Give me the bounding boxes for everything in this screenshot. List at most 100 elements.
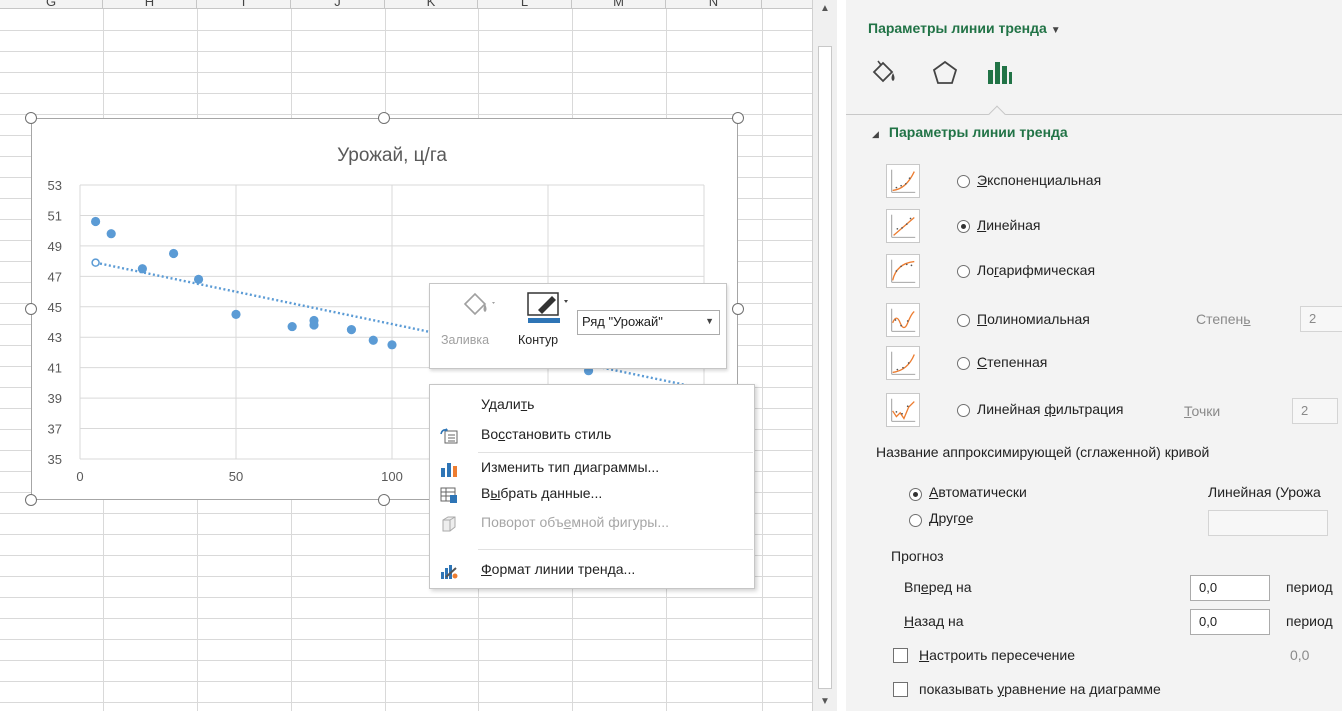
menu-item-label: Изменить тип диаграммы... [481, 459, 660, 475]
column-header-g[interactable]: G [0, 0, 103, 9]
data-point [106, 229, 116, 239]
custom-name-input[interactable] [1208, 510, 1328, 536]
menu-item-label: Удалить [481, 396, 535, 412]
column-header-label: N [708, 0, 719, 9]
column-header-label: L [520, 0, 529, 9]
collapse-triangle-icon: ◢ [872, 129, 879, 139]
outline-label[interactable]: Контур [518, 333, 558, 347]
radio-moving-average[interactable] [957, 404, 970, 417]
exponential-trend-icon [886, 164, 920, 198]
resize-handle-top-right[interactable] [732, 112, 744, 124]
menu-item-label: Поворот объемной фигуры... [481, 514, 670, 530]
scroll-down-icon[interactable]: ▼ [817, 695, 833, 709]
fill-label[interactable]: Заливка [441, 333, 489, 347]
forecast-backward-input[interactable]: 0,0 [1190, 609, 1270, 635]
trendline-handle [91, 258, 100, 267]
radio-name-other[interactable] [909, 514, 922, 527]
radio-name-automatic[interactable] [909, 488, 922, 501]
menu-item-label: Восстановить стиль [481, 426, 612, 442]
series-selector-value: Ряд "Урожай" [582, 314, 663, 329]
radio-polynomial[interactable] [957, 314, 970, 327]
row-gridline [0, 681, 812, 682]
resize-handle-top-left[interactable] [25, 112, 37, 124]
row-gridline [0, 702, 812, 703]
resize-handle-right[interactable] [732, 303, 744, 315]
menu-item-format-trendline[interactable]: Формат линии тренда... [430, 557, 754, 585]
menu-item-change-chart-type[interactable]: Изменить тип диаграммы... [430, 455, 754, 483]
fill-line-tab-icon[interactable] [868, 58, 898, 88]
fill-bucket-icon[interactable] [455, 290, 499, 320]
column-header-j[interactable]: J [291, 0, 385, 9]
menu-separator [478, 452, 753, 453]
y-tick-label: 45 [48, 300, 62, 315]
row-gridline [0, 114, 812, 115]
spreadsheet-grid[interactable]: G H I J K L M N Урожай, ц/га 35 37 39 41 43 45… [0, 0, 812, 711]
resize-handle-bottom[interactable] [378, 494, 390, 506]
menu-item-delete[interactable]: Удалить [430, 392, 754, 420]
forecast-forward-label: Вперед на [904, 579, 972, 595]
column-header-k[interactable]: K [385, 0, 478, 9]
column-header-h[interactable]: H [103, 0, 197, 9]
format-trendline-icon [441, 565, 458, 579]
linear-trend-icon [886, 209, 920, 243]
set-intercept-label: Настроить пересечение [919, 647, 1075, 663]
y-tick-label: 43 [48, 330, 62, 345]
column-header-label: I [241, 0, 246, 9]
trend-option-power[interactable]: Степенная [886, 346, 1342, 382]
effects-tab-icon[interactable] [930, 58, 960, 88]
menu-separator [478, 549, 753, 550]
trend-option-logarithmic[interactable]: Логарифмическая [886, 254, 1342, 290]
trend-option-linear[interactable]: Линейная [886, 209, 1342, 245]
data-point [387, 340, 397, 350]
show-equation-checkbox[interactable] [893, 682, 908, 697]
column-header-l[interactable]: L [478, 0, 572, 9]
trend-option-exponential[interactable]: Экспоненциальная [886, 164, 1342, 200]
tab-divider [846, 114, 1342, 115]
chevron-down-icon: ▼ [705, 316, 714, 326]
forecast-forward-unit: период [1286, 579, 1333, 595]
menu-item-select-data[interactable]: Выбрать данные... [430, 481, 754, 509]
trend-option-moving-average[interactable]: Линейная фильтрация Точки 2 [886, 393, 1342, 429]
radio-exponential[interactable] [957, 175, 970, 188]
points-spinner[interactable]: 2 [1292, 398, 1338, 424]
logarithmic-trend-icon [886, 254, 920, 288]
label-linear: Линейная [977, 217, 1041, 233]
column-header-label: H [144, 0, 155, 9]
trendline-name-heading: Название аппроксимирующей (сглаженной) к… [876, 444, 1210, 460]
row-gridline [0, 30, 812, 31]
radio-logarithmic[interactable] [957, 265, 970, 278]
resize-handle-top[interactable] [378, 112, 390, 124]
x-tick-label: 50 [229, 469, 243, 484]
data-point [231, 309, 241, 319]
format-trendline-pane: Параметры линии тренда ▼ ◢ Параметры линии… [846, 0, 1342, 711]
outline-pen-icon[interactable] [526, 290, 572, 324]
trend-option-polynomial[interactable]: Полиномиальная Степень 2 [886, 303, 1342, 339]
column-header-label: M [613, 0, 624, 9]
column-header-i[interactable]: I [197, 0, 291, 9]
context-menu: Удалить Восстановить стиль Изменить тип … [429, 384, 755, 589]
menu-item-3d-rotation[interactable]: Поворот объемной фигуры... [430, 510, 754, 538]
forecast-backward-label: Назад на [904, 613, 964, 629]
series-selector[interactable]: Ряд "Урожай" ▼ [577, 310, 720, 335]
trendline-options-section-header[interactable]: ◢ Параметры линии тренда [872, 124, 1068, 140]
resize-handle-bottom-left[interactable] [25, 494, 37, 506]
options-group-title: Параметры линии тренда [868, 20, 1047, 36]
radio-power[interactable] [957, 357, 970, 370]
menu-item-reset-style[interactable]: Восстановить стиль [430, 422, 754, 450]
scrollbar-thumb[interactable] [818, 46, 832, 689]
degree-spinner[interactable]: 2 [1300, 306, 1342, 332]
column-headers: G H I J K L M N [0, 0, 812, 9]
series-options-tab-icon[interactable] [984, 58, 1014, 88]
scroll-up-icon[interactable]: ▲ [817, 2, 833, 16]
radio-linear[interactable] [957, 220, 970, 233]
forecast-forward-input[interactable]: 0,0 [1190, 575, 1270, 601]
vertical-scrollbar[interactable]: ▲ ▼ [812, 0, 837, 711]
resize-handle-left[interactable] [25, 303, 37, 315]
set-intercept-checkbox[interactable] [893, 648, 908, 663]
mini-toolbar: Заливка Контур Ряд "Урожай" ▼ [429, 283, 727, 369]
row-gridline [0, 72, 812, 73]
degree-label: Степень [1196, 311, 1251, 327]
options-group-dropdown[interactable]: Параметры линии тренда ▼ [868, 20, 1061, 36]
column-header-m[interactable]: M [572, 0, 666, 9]
column-header-n[interactable]: N [666, 0, 762, 9]
